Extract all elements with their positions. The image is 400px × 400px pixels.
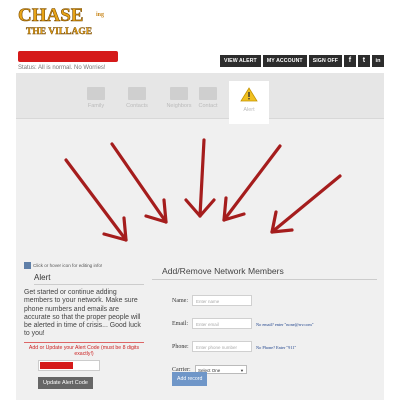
facebook-icon[interactable]: f	[344, 55, 356, 67]
edit-hint: Click or hover icon for editing info!	[24, 262, 144, 269]
tab-label: Family	[87, 103, 105, 109]
sign-off-button[interactable]: SIGN OFF	[308, 55, 342, 67]
name-row: Name: Enter name	[152, 295, 377, 312]
phone-row: Phone: Enter phone number No Phone? Ente…	[152, 341, 377, 358]
name-label: Name:	[172, 298, 188, 304]
top-navigation: VIEW ALERT MY ACCOUNT SIGN OFF f t in	[220, 55, 384, 67]
tab-family[interactable]: Family	[76, 87, 116, 109]
redacted-alert-code	[40, 361, 73, 369]
warning-icon	[229, 87, 269, 104]
tab-alert[interactable]: Alert	[229, 81, 269, 124]
red-arrows-annotation	[64, 138, 342, 242]
edit-hint-text: Click or hover icon for editing info!	[33, 263, 103, 268]
phone-input[interactable]: Enter phone number	[192, 341, 252, 352]
contact-icon	[199, 87, 217, 100]
tab-label: Contact	[198, 103, 218, 109]
alert-code-label: Add or Update your Alert Code (must be 8…	[24, 341, 144, 357]
add-record-button[interactable]: Add record	[172, 372, 208, 386]
alert-heading: Alert	[34, 273, 144, 285]
tab-bar: Family Contacts Neighbors Contact Alert	[16, 73, 384, 124]
arrow-5	[270, 174, 342, 234]
chasing-the-village-logo[interactable]: CHASE ing THE VILLAGE	[16, 4, 124, 38]
email-row: Email: Enter email No email? enter "none…	[152, 318, 377, 335]
contacts-icon	[128, 87, 146, 100]
tab-label: Alert	[243, 107, 255, 113]
arrow-3	[198, 138, 206, 218]
redacted-user-name	[18, 51, 118, 62]
chevron-down-icon: ▼	[240, 368, 244, 373]
email-label: Email:	[172, 321, 188, 327]
network-members-form: Add/Remove Network Members Name: Enter n…	[152, 266, 377, 381]
name-input[interactable]: Enter name	[192, 295, 252, 306]
arrow-1	[64, 158, 128, 242]
logo-wordmark: CHASE	[18, 5, 83, 26]
logo-suffix: ing	[96, 12, 104, 18]
alert-sidebar: Click or hover icon for editing info! Al…	[24, 262, 144, 389]
logo-subtitle: THE VILLAGE	[26, 27, 92, 37]
edit-icon[interactable]	[24, 262, 31, 269]
linkedin-icon[interactable]: in	[372, 55, 384, 67]
form-title: Add/Remove Network Members	[152, 266, 377, 280]
tab-contacts[interactable]: Contacts	[117, 87, 157, 109]
update-alert-code-button[interactable]: Update Alert Code	[38, 376, 93, 389]
my-account-button[interactable]: MY ACCOUNT	[262, 55, 307, 67]
phone-label: Phone:	[172, 344, 189, 350]
arrow-4	[222, 144, 282, 222]
view-alert-button[interactable]: VIEW ALERT	[220, 55, 261, 67]
email-note: No email? enter "none@rrv.com"	[256, 322, 314, 327]
tab-contact[interactable]: Contact	[188, 87, 228, 109]
arrow-2	[110, 142, 168, 224]
alert-description: Get started or continue adding members t…	[24, 289, 141, 338]
status-text: Status: All is normal. No Worries!	[18, 65, 106, 71]
family-icon	[87, 87, 105, 100]
email-input[interactable]: Enter email	[192, 318, 252, 329]
twitter-icon[interactable]: t	[358, 55, 370, 67]
alert-code-input[interactable]	[38, 359, 100, 371]
phone-note: No Phone? Enter "911"	[256, 345, 297, 350]
tab-label: Contacts	[126, 103, 148, 109]
neighbors-icon	[170, 87, 188, 100]
